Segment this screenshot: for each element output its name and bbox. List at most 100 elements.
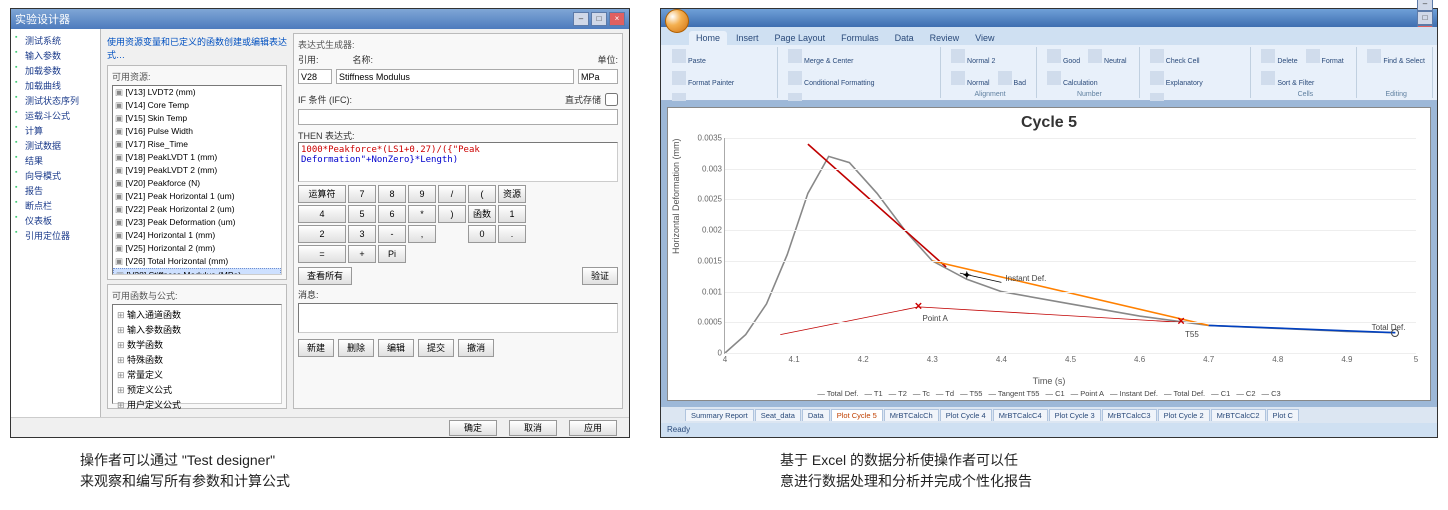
variable-item[interactable]: [V14] Core Temp <box>113 99 281 112</box>
ribbon-button[interactable]: Sort & Filter <box>1258 69 1317 89</box>
tree-item[interactable]: 输入参数 <box>13 48 98 63</box>
ribbon-tab[interactable]: Formulas <box>834 31 886 45</box>
keypad-key[interactable]: 9 <box>408 185 436 203</box>
action-button[interactable]: 提交 <box>418 339 454 357</box>
keypad-key[interactable]: 资源 <box>498 185 526 203</box>
keypad-key[interactable]: 函数 <box>468 205 496 223</box>
function-item[interactable]: 输入通道函数 <box>115 307 279 322</box>
sheet-tab[interactable]: Plot Cycle 4 <box>940 409 992 421</box>
unit-input[interactable] <box>578 69 618 84</box>
tree-item[interactable]: 向导模式 <box>13 168 98 183</box>
function-item[interactable]: 用户定义公式 <box>115 397 279 412</box>
sheet-tab[interactable]: Plot Cycle 5 <box>831 409 883 421</box>
ribbon-button[interactable]: Explanatory <box>1147 69 1206 89</box>
if-condition-input[interactable] <box>298 109 618 125</box>
excel-titlebar[interactable]: – □ × <box>661 9 1437 27</box>
ribbon-button[interactable]: Find & Select <box>1364 47 1428 67</box>
tree-item[interactable]: 断点栏 <box>13 198 98 213</box>
keypad-key[interactable]: 8 <box>378 185 406 203</box>
keypad-key[interactable]: 1 <box>498 205 526 223</box>
function-item[interactable]: 常量定义 <box>115 367 279 382</box>
chart-canvas[interactable]: Cycle 5 Horizontal Deformation (mm) Time… <box>667 107 1431 401</box>
keypad-key[interactable]: - <box>378 225 406 243</box>
keypad-key[interactable]: , <box>408 225 436 243</box>
sheet-tab[interactable]: MrBTCalcC2 <box>1211 409 1266 421</box>
variable-item[interactable]: [V25] Horizontal 2 (mm) <box>113 242 281 255</box>
variable-item[interactable]: [V24] Horizontal 1 (mm) <box>113 229 281 242</box>
ribbon-button[interactable]: Normal <box>948 69 993 89</box>
office-orb-button[interactable] <box>665 9 689 33</box>
keypad-key[interactable]: 3 <box>348 225 376 243</box>
sheet-tab[interactable]: Plot Cycle 2 <box>1158 409 1210 421</box>
tree-item[interactable]: 运载斗公式 <box>13 108 98 123</box>
variable-item[interactable]: [V17] Rise_Time <box>113 138 281 151</box>
variable-item[interactable]: [V19] PeakLVDT 2 (mm) <box>113 164 281 177</box>
ribbon-tab[interactable]: Page Layout <box>768 31 833 45</box>
function-item[interactable]: 预定义公式 <box>115 382 279 397</box>
action-button[interactable]: 新建 <box>298 339 334 357</box>
ribbon-button[interactable]: Neutral <box>1085 47 1130 67</box>
keypad-key[interactable]: 0 <box>468 225 496 243</box>
ribbon-button[interactable]: Bad <box>995 69 1029 89</box>
variable-item[interactable]: [V16] Pulse Width <box>113 125 281 138</box>
action-button[interactable]: 删除 <box>338 339 374 357</box>
tree-item[interactable]: 测试状态序列 <box>13 93 98 108</box>
action-button[interactable]: 撤消 <box>458 339 494 357</box>
variable-item[interactable]: [V23] Peak Deformation (um) <box>113 216 281 229</box>
view-all-button[interactable]: 查看所有 <box>298 267 352 285</box>
minimize-button[interactable]: – <box>1417 0 1433 11</box>
variable-item[interactable]: [V18] PeakLVDT 1 (mm) <box>113 151 281 164</box>
keypad-key[interactable]: 4 <box>298 205 346 223</box>
variable-item[interactable]: [V22] Peak Horizontal 2 (um) <box>113 203 281 216</box>
variable-item[interactable]: [V28] Stiffness Modulus (MPa) <box>113 268 281 275</box>
keypad-key[interactable]: 运算符 <box>298 185 346 203</box>
keypad-key[interactable]: . <box>498 225 526 243</box>
function-item[interactable]: 输入参数函数 <box>115 322 279 337</box>
ref-input[interactable] <box>298 69 332 84</box>
variable-item[interactable]: [V13] LVDT2 (mm) <box>113 86 281 99</box>
tree-item[interactable]: 计算 <box>13 123 98 138</box>
variable-list[interactable]: [V13] LVDT2 (mm)[V14] Core Temp[V15] Ski… <box>112 85 282 275</box>
maximize-button[interactable]: □ <box>1417 11 1433 25</box>
tree-item[interactable]: 结果 <box>13 153 98 168</box>
ribbon-button[interactable]: Delete <box>1258 47 1300 67</box>
variable-item[interactable]: [V26] Total Horizontal (mm) <box>113 255 281 268</box>
keypad-key[interactable]: 6 <box>378 205 406 223</box>
sheet-tab[interactable]: Seat_data <box>755 409 801 421</box>
verify-button[interactable]: 验证 <box>582 267 618 285</box>
variable-item[interactable]: [V20] Peakforce (N) <box>113 177 281 190</box>
keypad-key[interactable]: Pi <box>378 245 406 263</box>
tree-item[interactable]: 报告 <box>13 183 98 198</box>
ribbon-button[interactable]: Conditional Formatting <box>785 69 877 89</box>
save-style-checkbox[interactable] <box>605 93 618 106</box>
keypad-key[interactable]: ( <box>468 185 496 203</box>
close-button[interactable]: × <box>609 12 625 26</box>
tree-item[interactable]: 测试数据 <box>13 138 98 153</box>
keypad-key[interactable]: 5 <box>348 205 376 223</box>
sheet-tab[interactable]: MrBTCalcC4 <box>993 409 1048 421</box>
function-list[interactable]: 输入通道函数输入参数函数数学函数特殊函数常量定义预定义公式用户定义公式 <box>112 304 282 404</box>
ribbon-tab[interactable]: Data <box>888 31 921 45</box>
tree-item[interactable]: 加载曲线 <box>13 78 98 93</box>
function-item[interactable]: 数学函数 <box>115 337 279 352</box>
ribbon-tab[interactable]: Review <box>923 31 967 45</box>
variable-item[interactable]: [V21] Peak Horizontal 1 (um) <box>113 190 281 203</box>
tree-item[interactable]: 加载参数 <box>13 63 98 78</box>
ribbon-button[interactable]: Format <box>1303 47 1347 67</box>
tree-item[interactable]: 引用定位器 <box>13 228 98 243</box>
name-input[interactable] <box>336 69 574 84</box>
ribbon-button[interactable]: Format Painter <box>669 69 737 89</box>
ribbon-tab[interactable]: Home <box>689 31 727 45</box>
tree-item[interactable]: 仪表板 <box>13 213 98 228</box>
action-button[interactable]: 编辑 <box>378 339 414 357</box>
dialog-button[interactable]: 确定 <box>449 420 497 436</box>
keypad-key[interactable]: / <box>438 185 466 203</box>
sheet-tab[interactable]: Plot Cycle 3 <box>1049 409 1101 421</box>
keypad-key[interactable]: + <box>348 245 376 263</box>
ribbon-button[interactable]: Paste <box>669 47 709 67</box>
minimize-button[interactable]: – <box>573 12 589 26</box>
ribbon-button[interactable]: Check Cell <box>1147 47 1203 67</box>
ribbon-tab[interactable]: View <box>968 31 1001 45</box>
ribbon-button[interactable]: Merge & Center <box>785 47 856 67</box>
sheet-tab[interactable]: MrBTCalcCh <box>884 409 939 421</box>
